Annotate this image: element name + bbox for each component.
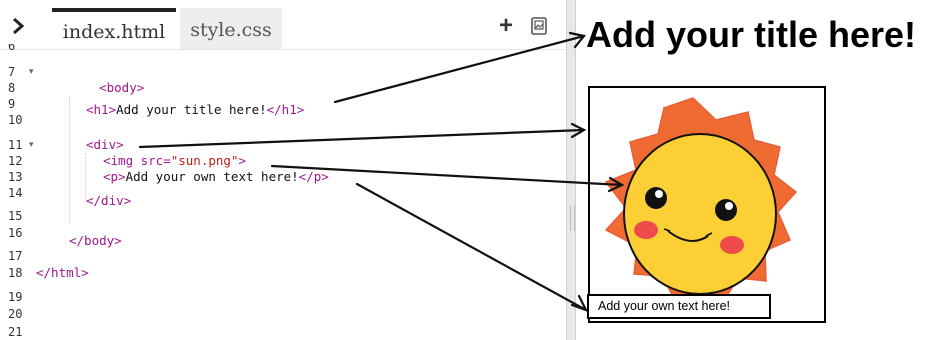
chevron-right-icon[interactable] [8, 16, 28, 36]
line-number: 21 [8, 325, 23, 339]
code-token: </div> [86, 193, 132, 208]
preview-pane: Add your title here! Add your own text h… [576, 0, 934, 340]
preview-paragraph: Add your own text here! [587, 294, 771, 319]
code-line[interactable]: </html> [36, 265, 89, 281]
line-number: 19 [8, 290, 23, 304]
preview-div-box [588, 86, 826, 323]
line-number: 17 [8, 249, 23, 263]
code-token: Add your title here! [116, 102, 267, 117]
splitter-grip-icon[interactable] [570, 205, 575, 231]
code-token: </body> [69, 233, 122, 248]
line-number: 14 [8, 186, 23, 200]
code-line[interactable]: </div> [86, 193, 131, 209]
line-number: 12 [8, 154, 23, 168]
code-token: </html> [36, 265, 89, 280]
code-token: <p> [103, 169, 126, 184]
line-number: 6 [8, 44, 16, 53]
fold-marker-icon[interactable]: ▾ [29, 137, 34, 153]
tab-index-html[interactable]: index.html [52, 8, 176, 49]
line-number: 7 [8, 65, 16, 79]
code-line[interactable]: <h1>Add your title here!</h1> [86, 102, 304, 118]
code-token: <img src= [103, 153, 171, 168]
tab-bar-divider [0, 49, 566, 50]
code-token: </p> [298, 169, 329, 184]
code-token: <h1> [86, 102, 117, 117]
image-icon[interactable] [530, 17, 548, 35]
code-token: "sun.png" [170, 153, 239, 168]
indent-guide [69, 96, 70, 224]
line-number: 15 [8, 209, 23, 223]
fold-marker-icon[interactable]: ▾ [29, 64, 34, 80]
line-number: 8 [8, 81, 16, 95]
line-number: 11 [8, 138, 23, 152]
line-number: 9 [8, 97, 16, 111]
plus-icon[interactable]: + [499, 14, 513, 38]
sun-icon [604, 97, 798, 306]
code-line[interactable]: <body> [69, 64, 144, 95]
preview-title: Add your title here! [586, 14, 917, 55]
pane-splitter[interactable] [566, 0, 576, 340]
line-number: 10 [8, 113, 23, 127]
code-line[interactable]: <div> [86, 137, 124, 153]
code-token: > [238, 153, 246, 168]
line-number: 20 [8, 307, 23, 321]
line-number: 13 [8, 170, 23, 184]
tab-bar: index.html style.css + [0, 0, 566, 50]
line-number: 18 [8, 266, 23, 280]
code-token: Add your own text here! [125, 169, 299, 184]
code-token: <body> [99, 80, 145, 95]
code-editor: index.html style.css + 6 7 8 9 10 11 12 … [0, 0, 566, 340]
code-line[interactable]: <p>Add your own text here!</p> [103, 169, 329, 185]
tab-style-css[interactable]: style.css [180, 8, 282, 49]
code-line[interactable]: <img src="sun.png"> [103, 153, 246, 169]
code-token: <div> [86, 137, 124, 152]
line-number: 16 [8, 226, 23, 240]
code-token: </h1> [266, 102, 305, 117]
code-line[interactable]: </body> [69, 233, 122, 249]
